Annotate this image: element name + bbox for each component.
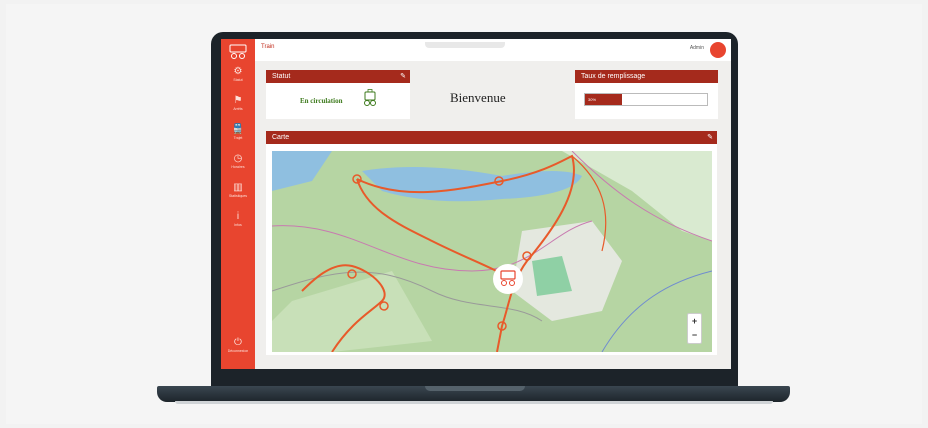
- zoom-control: + −: [687, 313, 702, 344]
- train-icon: [364, 89, 376, 106]
- map-card-header: Carte ✎: [266, 131, 717, 144]
- power-icon: ⏻: [234, 337, 242, 348]
- page-title: Train: [261, 44, 275, 50]
- sidebar-item-schedule[interactable]: ◷ Horaires: [221, 153, 255, 181]
- logout-button[interactable]: ⏻ Déconnexion: [221, 337, 255, 365]
- fill-rate-bar-fill: 30%: [585, 94, 622, 105]
- map-canvas[interactable]: [272, 151, 712, 352]
- status-card-title: Statut: [272, 73, 291, 80]
- avatar[interactable]: [710, 42, 726, 58]
- fill-rate-card-header: Taux de remplissage: [575, 70, 718, 83]
- camera-notch: [425, 42, 505, 48]
- status-card-header: Statut ✎: [266, 70, 410, 83]
- info-icon: i: [236, 211, 240, 222]
- map-card-title: Carte: [272, 134, 290, 141]
- fill-rate-card: Taux de remplissage 30%: [575, 70, 718, 119]
- app-logo[interactable]: [227, 44, 249, 60]
- pencil-icon[interactable]: ✎: [400, 70, 406, 83]
- train-icon: 🚆: [231, 124, 245, 135]
- sidebar-item-label: Statistiques: [228, 194, 248, 198]
- sidebar-item-info[interactable]: i Infos: [221, 211, 255, 239]
- logout-label: Déconnexion: [227, 349, 249, 353]
- train-position-marker[interactable]: [493, 264, 523, 294]
- fill-rate-label: 30%: [588, 97, 597, 102]
- sidebar-item-status[interactable]: ⚙ Statut: [221, 66, 255, 94]
- laptop-feet: [175, 401, 773, 404]
- map[interactable]: + −: [272, 151, 712, 352]
- sidebar-item-label: Statut: [233, 78, 243, 82]
- sidebar-item-label: Infos: [234, 223, 242, 227]
- stop-icon: ⚑: [233, 95, 243, 106]
- welcome-heading: Bienvenue: [450, 90, 506, 105]
- sidebar: ⚙ Statut ⚑ Arrêts 🚆 Trajet ◷ Horaires ▥ Statistiq…: [221, 39, 255, 369]
- sidebar-item-route[interactable]: 🚆 Trajet: [221, 124, 255, 152]
- fill-rate-card-title: Taux de remplissage: [581, 73, 646, 80]
- map-card: Carte ✎ + −: [266, 131, 717, 355]
- sidebar-item-label: Horaires: [231, 165, 245, 169]
- sidebar-item-label: Arrêts: [233, 107, 243, 111]
- sidebar-item-statistics[interactable]: ▥ Statistiques: [221, 182, 255, 210]
- user-name[interactable]: Admin: [690, 45, 704, 51]
- fill-rate-bar: 30%: [584, 93, 708, 106]
- clock-icon: ◷: [233, 153, 243, 164]
- zoom-in-button[interactable]: +: [688, 314, 701, 328]
- status-card: Statut ✎ En circulation: [266, 70, 410, 119]
- status-icon: ⚙: [233, 66, 243, 77]
- laptop-notch: [425, 386, 525, 391]
- sidebar-item-stops[interactable]: ⚑ Arrêts: [221, 95, 255, 123]
- pencil-icon[interactable]: ✎: [707, 131, 713, 144]
- status-value: En circulation: [300, 97, 343, 105]
- sidebar-item-label: Trajet: [233, 136, 243, 140]
- screen: ⚙ Statut ⚑ Arrêts 🚆 Trajet ◷ Horaires ▥ Statistiq…: [221, 39, 731, 369]
- zoom-out-button[interactable]: −: [688, 328, 701, 342]
- chart-icon: ▥: [233, 182, 243, 193]
